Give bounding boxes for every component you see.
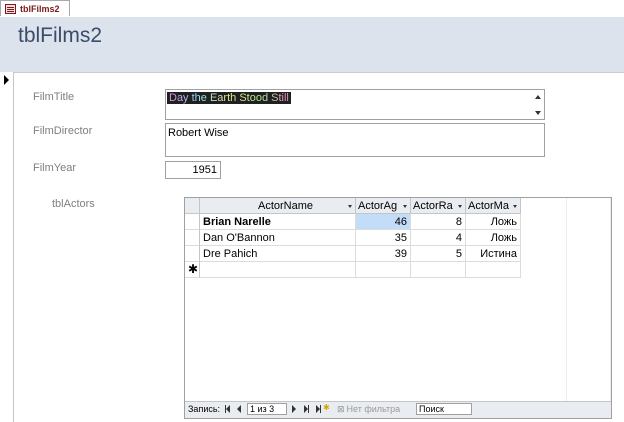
table-cell-actorage[interactable]: 35: [356, 230, 411, 246]
table-cell-actorname[interactable]: Dan O'Bannon: [200, 230, 356, 246]
search-input[interactable]: Поиск: [416, 403, 472, 415]
film-year-label: FilmYear: [33, 162, 76, 174]
sort-dropdown-icon[interactable]: [348, 205, 352, 208]
form-header: tblFilms2: [0, 17, 624, 73]
column-header-actorrating[interactable]: ActorRa: [411, 198, 466, 214]
sort-dropdown-icon[interactable]: [513, 205, 517, 208]
tab-tblfilms2[interactable]: tblFilms2: [0, 0, 70, 16]
column-header-label: ActorAg: [358, 200, 398, 212]
table-cell-new[interactable]: [356, 262, 411, 278]
empty-column: [567, 198, 611, 402]
row-selector[interactable]: [185, 246, 200, 262]
record-selector[interactable]: [0, 72, 14, 422]
tblactors-label: tblActors: [52, 198, 95, 210]
next-record-icon[interactable]: [292, 405, 300, 414]
current-record-arrow-icon: [4, 75, 9, 85]
column-header-actormarried[interactable]: ActorMa: [466, 198, 521, 214]
actors-subform[interactable]: ActorName ActorAg ActorRa ActorMa Brian …: [184, 197, 612, 419]
record-navigation-bar: Запись: 1 из 3 ✱ ⊠ Нет фильтра Поиск: [185, 401, 611, 418]
column-header-label: ActorMa: [468, 200, 509, 212]
tab-label: tblFilms2: [20, 3, 60, 14]
column-header-actorname[interactable]: ActorName: [200, 198, 356, 214]
table-cell-actorrating[interactable]: 5: [411, 246, 466, 262]
filter-icon: ⊠: [337, 404, 345, 414]
new-record-star-icon: ✱: [323, 403, 330, 412]
film-director-value: Robert Wise: [168, 127, 229, 139]
table-cell-actorage[interactable]: 46: [356, 214, 411, 230]
column-header-label: ActorName: [258, 200, 314, 212]
sort-dropdown-icon[interactable]: [458, 205, 462, 208]
form-icon: [5, 3, 16, 14]
page-title: tblFilms2: [18, 24, 103, 47]
film-year-value: 1951: [192, 164, 217, 176]
record-label: Запись:: [188, 404, 221, 414]
table-cell-actorrating[interactable]: 4: [411, 230, 466, 246]
film-title-field[interactable]: Day the Earth Stood Still: [165, 89, 545, 120]
column-header-label: ActorRa: [413, 200, 453, 212]
table-cell-actormarried[interactable]: Ложь: [466, 230, 521, 246]
table-cell-actorname[interactable]: Brian Narelle: [200, 214, 356, 230]
scroll-down-icon[interactable]: [535, 111, 541, 115]
empty-column: [519, 198, 567, 402]
current-record-input[interactable]: 1 из 3: [247, 403, 287, 415]
film-title-value: Day the Earth Stood Still: [169, 92, 289, 104]
table-cell-new[interactable]: [200, 262, 356, 278]
new-row-selector[interactable]: ✱: [185, 262, 200, 278]
film-director-label: FilmDirector: [33, 125, 93, 137]
table-cell-actormarried[interactable]: Ложь: [466, 214, 521, 230]
sort-dropdown-icon[interactable]: [403, 205, 407, 208]
row-selector[interactable]: [185, 214, 200, 230]
last-record-icon[interactable]: [304, 405, 312, 414]
table-cell-actormarried[interactable]: Истина: [466, 246, 521, 262]
no-filter-button[interactable]: ⊠ Нет фильтра: [337, 404, 400, 415]
table-cell-new[interactable]: [411, 262, 466, 278]
film-director-field[interactable]: Robert Wise: [165, 123, 545, 157]
table-cell-actorname[interactable]: Dre Pahich: [200, 246, 356, 262]
document-tab-strip: tblFilms2: [0, 0, 624, 18]
actors-datasheet: ActorName ActorAg ActorRa ActorMa Brian …: [185, 198, 611, 402]
previous-record-icon[interactable]: [237, 405, 245, 414]
column-header-actorage[interactable]: ActorAg: [356, 198, 411, 214]
new-record-icon: ✱: [188, 262, 199, 276]
first-record-icon[interactable]: [225, 405, 233, 414]
film-year-field[interactable]: 1951: [165, 161, 221, 179]
scroll-up-icon[interactable]: [535, 95, 541, 99]
table-cell-new[interactable]: [466, 262, 521, 278]
film-title-label: FilmTitle: [33, 91, 75, 103]
row-selector[interactable]: [185, 230, 200, 246]
select-all-corner[interactable]: [185, 198, 200, 214]
table-cell-actorage[interactable]: 39: [356, 246, 411, 262]
table-cell-actorrating[interactable]: 8: [411, 214, 466, 230]
